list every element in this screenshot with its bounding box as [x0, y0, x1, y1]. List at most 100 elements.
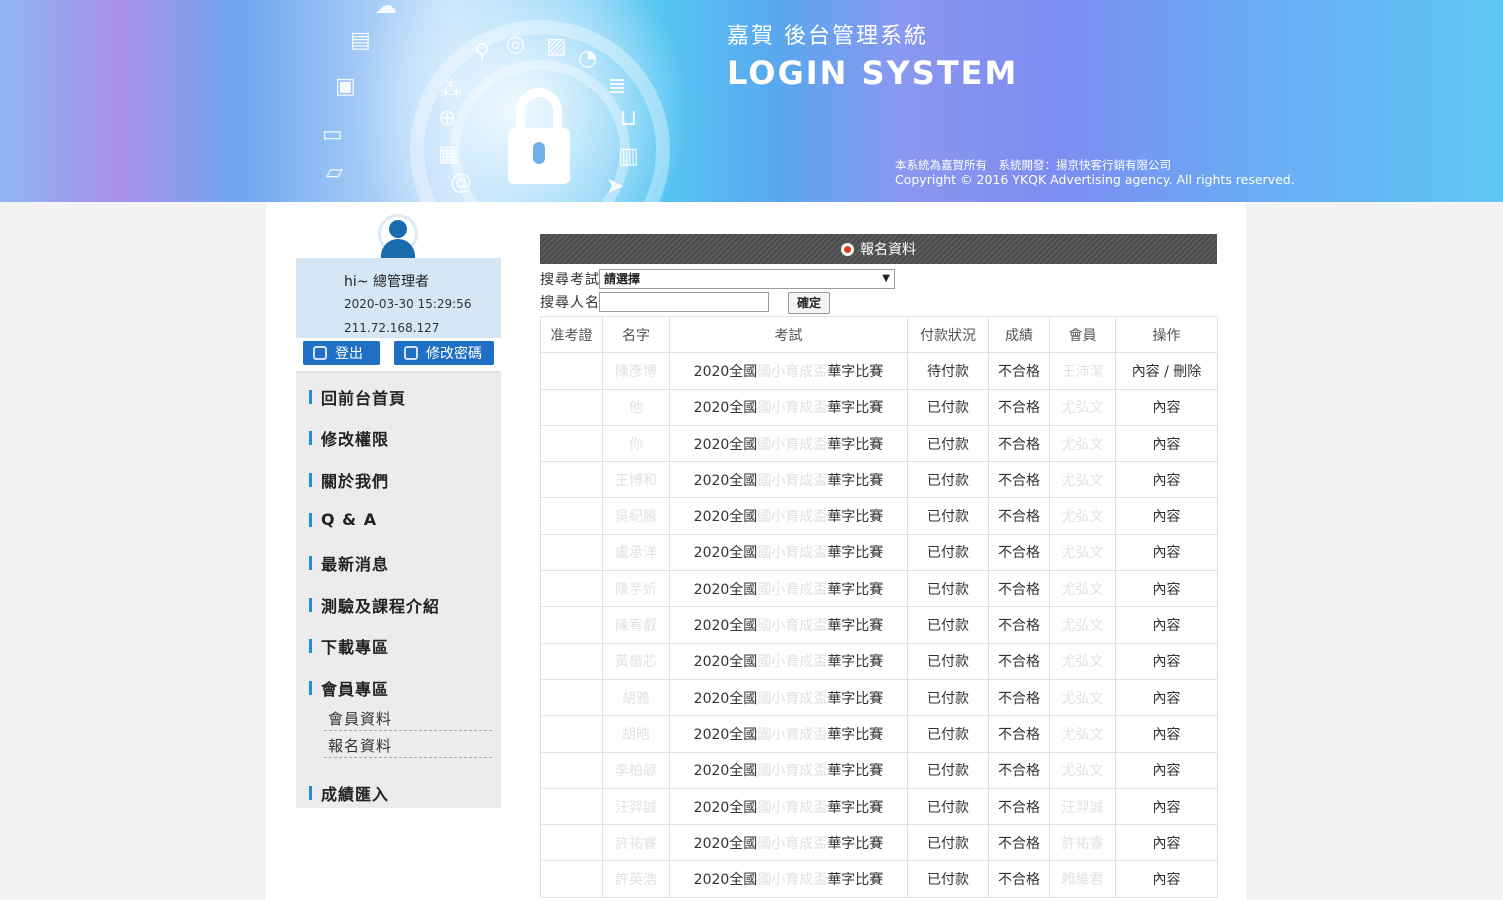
member-cell: 尤弘文	[1049, 461, 1116, 499]
menu-item-home[interactable]: 回前台首頁	[309, 385, 406, 409]
owner-notice: 本系統為嘉賀所有 系統開發：揚京快客行銷有限公司	[895, 158, 1171, 172]
menu-item-label: 測驗及課程介紹	[321, 597, 441, 616]
ticket-cell	[540, 352, 603, 390]
member-cell: 尤弘文	[1049, 678, 1116, 717]
action-cell[interactable]: 內容	[1115, 824, 1218, 862]
laptop-icon: ▱	[326, 160, 343, 185]
score-cell: 不合格	[988, 388, 1050, 426]
name-cell: 許祐睿	[602, 824, 670, 862]
menu-item-members[interactable]: 會員專區	[309, 676, 389, 700]
member-cell: 尤弘文	[1049, 751, 1116, 789]
action-cell[interactable]: 內容	[1115, 533, 1218, 572]
ticket-cell	[540, 678, 603, 717]
exam-name-part: 國小育成盃	[757, 509, 828, 526]
action-cell[interactable]: 內容	[1115, 642, 1218, 680]
name-cell: 你	[602, 424, 670, 463]
copyright-notice: Copyright © 2016 YKQK Advertising agency…	[895, 172, 1295, 187]
action-cell[interactable]: 內容	[1115, 715, 1218, 753]
menu-item-label: 修改權限	[321, 430, 390, 449]
menu-item-qa[interactable]: Q & A	[309, 510, 377, 529]
exam-name-part: 2020全國	[693, 835, 758, 852]
action-cell[interactable]: 內容	[1115, 570, 1218, 608]
cart-icon: ⊔	[620, 106, 638, 131]
member-cell: 尤弘文	[1049, 715, 1116, 753]
action-cell[interactable]: 內容	[1115, 497, 1218, 535]
action-cell[interactable]: 內容	[1115, 461, 1218, 499]
menu-marker	[309, 556, 312, 570]
action-cell[interactable]: 內容	[1115, 860, 1218, 898]
column-header: 名字	[602, 315, 670, 354]
action-cell[interactable]: 內容	[1115, 678, 1218, 717]
name-search-input[interactable]	[599, 292, 769, 312]
confirm-button[interactable]: 確定	[788, 292, 830, 314]
member-cell: 尤弘文	[1049, 388, 1116, 426]
table-header-row: 准考證 名字 考試 付款狀況 成績 會員 操作	[540, 315, 1218, 354]
payment-cell: 已付款	[907, 424, 989, 463]
exam-name-part: 2020全國	[693, 400, 758, 417]
payment-cell: 已付款	[907, 461, 989, 499]
exam-cell: 2020全國國小育成盃華字比賽	[669, 787, 908, 826]
ticket-cell	[540, 751, 603, 789]
menu-item-label: 最新消息	[321, 555, 390, 574]
menu-item-label: Q & A	[321, 510, 378, 529]
table-row: 陳彥博 2020全國國小育成盃華字比賽 待付款 不合格 王沛潔 內容 / 刪除	[540, 352, 1218, 390]
menu-item-about[interactable]: 關於我們	[309, 468, 389, 492]
payment-cell: 已付款	[907, 787, 989, 826]
payment-cell: 已付款	[907, 751, 989, 789]
member-cell: 許祐睿	[1049, 824, 1116, 862]
exam-name-part: 2020全國	[693, 726, 758, 743]
submenu-member-data[interactable]: 會員資料	[324, 708, 492, 731]
table-row: 他 2020全國國小育成盃華字比賽 已付款 不合格 尤弘文 內容	[540, 388, 1218, 426]
logout-button[interactable]: 登出	[303, 341, 380, 365]
table-row: 許英浩 2020全國國小育成盃華字比賽 已付款 不合格 賴維君 內容	[540, 860, 1218, 898]
column-header: 成績	[988, 315, 1050, 354]
exam-cell: 2020全國國小育成盃華字比賽	[669, 860, 908, 898]
exam-name-part: 2020全國	[693, 472, 758, 489]
member-cell: 王沛潔	[1049, 352, 1116, 390]
score-cell: 不合格	[988, 606, 1050, 644]
name-cell: 汪羿誠	[602, 787, 670, 826]
globe-icon: ⊕	[438, 106, 457, 131]
user-info-box: hi~ 總管理者 2020-03-30 15:29:56 211.72.168.…	[296, 258, 501, 338]
name-cell: 胡皓	[602, 715, 670, 753]
menu-marker	[309, 786, 312, 800]
exam-name-part: 華字比賽	[827, 618, 884, 635]
menu-item-score-import[interactable]: 成績匯入	[309, 781, 389, 805]
column-header: 付款狀況	[907, 315, 989, 354]
panel-header: 報名資料	[540, 234, 1217, 264]
submenu-registration-data[interactable]: 報名資料	[324, 735, 492, 758]
exam-name-part: 華字比賽	[827, 690, 884, 707]
menu-marker	[309, 639, 312, 653]
menu-item-news[interactable]: 最新消息	[309, 551, 389, 575]
payment-cell: 待付款	[907, 352, 989, 390]
calendar-icon: ▥	[618, 144, 639, 169]
score-cell: 不合格	[988, 860, 1050, 898]
table-row: 王博和 2020全國國小育成盃華字比賽 已付款 不合格 尤弘文 內容	[540, 461, 1218, 499]
exam-select[interactable]: 請選擇 ▼	[599, 269, 895, 289]
ticket-cell	[540, 715, 603, 753]
action-cell[interactable]: 內容 / 刪除	[1115, 352, 1218, 390]
action-cell[interactable]: 內容	[1115, 606, 1218, 644]
login-datetime: 2020-03-30 15:29:56	[344, 297, 472, 311]
exam-cell: 2020全國國小育成盃華字比賽	[669, 570, 908, 608]
menu-item-label: 成績匯入	[321, 785, 390, 804]
menu-item-courses[interactable]: 測驗及課程介紹	[309, 593, 440, 617]
table-row: 黃楷芯 2020全國國小育成盃華字比賽 已付款 不合格 尤弘文 內容	[540, 642, 1218, 680]
action-cell[interactable]: 內容	[1115, 424, 1218, 463]
lock-icon	[508, 88, 570, 184]
exam-cell: 2020全國國小育成盃華字比賽	[669, 715, 908, 753]
action-cell[interactable]: 內容	[1115, 787, 1218, 826]
menu-item-downloads[interactable]: 下載專區	[309, 634, 389, 658]
chart-icon: ▨	[546, 34, 567, 59]
action-cell[interactable]: 內容	[1115, 751, 1218, 789]
member-cell: 尤弘文	[1049, 497, 1116, 535]
name-cell: 李柏諺	[602, 751, 670, 789]
exam-name-part: 國小育成盃	[757, 726, 828, 743]
change-password-button[interactable]: 修改密碼	[394, 341, 494, 365]
member-cell: 尤弘文	[1049, 424, 1116, 463]
exam-name-part: 華字比賽	[827, 545, 884, 562]
exam-name-part: 2020全國	[693, 690, 758, 707]
action-cell[interactable]: 內容	[1115, 388, 1218, 426]
exam-name-part: 國小育成盃	[757, 436, 828, 453]
menu-item-permissions[interactable]: 修改權限	[309, 426, 389, 450]
